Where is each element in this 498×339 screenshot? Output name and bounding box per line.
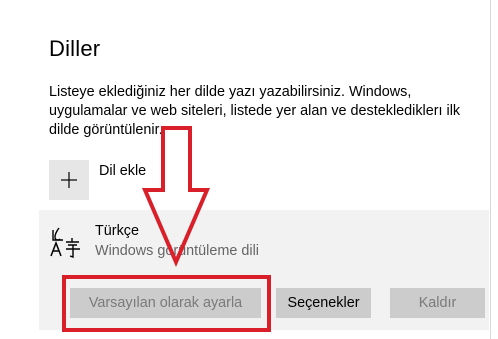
page-description: Listeye eklediğiniz her dilde yazı yazab…: [49, 84, 461, 138]
language-name: Türkçe: [95, 223, 139, 239]
page-title: Diller: [49, 36, 101, 61]
add-language-tile[interactable]: [49, 160, 89, 200]
add-language-label: Dil ekle: [99, 163, 147, 179]
language-item-turkish[interactable]: Türkçe Windows görüntüleme dili Varsayıl…: [39, 210, 489, 330]
plus-icon: [61, 172, 77, 188]
language-settings-page: Diller Listeye eklediğiniz her dilde yaz…: [0, 0, 498, 339]
add-language-button[interactable]: Dil ekle: [49, 160, 249, 202]
remove-button[interactable]: Kaldır: [390, 288, 485, 318]
language-icon: [50, 227, 80, 258]
scrollbar-track[interactable]: [490, 0, 498, 339]
options-button[interactable]: Seçenekler: [276, 288, 371, 318]
set-default-button[interactable]: Varsayılan olarak ayarla: [70, 288, 261, 318]
language-subtitle: Windows görüntüleme dili: [95, 243, 259, 259]
